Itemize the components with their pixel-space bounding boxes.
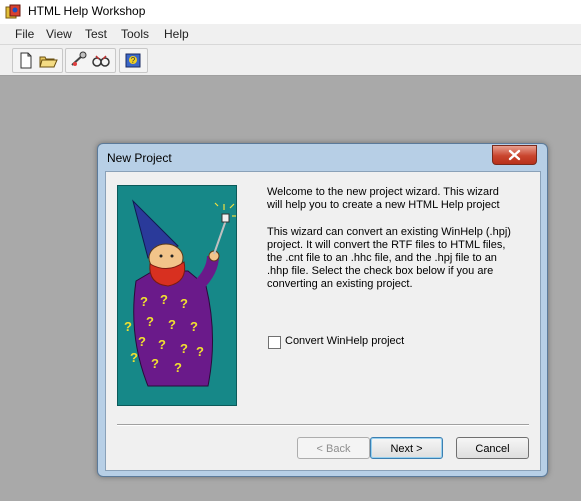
help-toolbar-group: ? <box>119 48 148 73</box>
menu-bar: File View Test Tools Help <box>0 24 581 45</box>
menu-test[interactable]: Test <box>85 27 107 41</box>
dialog-title: New Project <box>107 151 172 165</box>
svg-text:?: ? <box>151 356 159 371</box>
menu-help[interactable]: Help <box>164 27 189 41</box>
wizard-illustration: ??? ??? ??? ??? ?? <box>117 185 237 406</box>
cancel-button[interactable]: Cancel <box>456 437 529 459</box>
svg-text:?: ? <box>190 319 198 334</box>
close-button[interactable] <box>492 145 537 165</box>
svg-text:?: ? <box>124 319 132 334</box>
toolbar: ? <box>0 45 581 76</box>
button-separator <box>117 424 529 426</box>
new-project-dialog: New Project ? ? ? ? ? ? ? ? ? ? ? ? ? ? … <box>97 143 548 477</box>
svg-text:?: ? <box>180 296 188 311</box>
convert-description-text: This wizard can convert an existing WinH… <box>267 226 511 290</box>
svg-text:?: ? <box>140 294 148 309</box>
html-help-workshop-icon <box>5 4 21 19</box>
svg-text:?: ? <box>131 56 136 65</box>
svg-text:?: ? <box>146 314 154 329</box>
help-icon[interactable]: ? <box>123 51 143 70</box>
convert-winhelp-checkbox[interactable] <box>268 336 281 349</box>
svg-text:?: ? <box>168 317 176 332</box>
svg-text:?: ? <box>158 337 166 352</box>
svg-text:?: ? <box>180 341 188 356</box>
menu-tools[interactable]: Tools <box>121 27 149 41</box>
close-icon <box>508 149 521 161</box>
intro-text: Welcome to the new project wizard. This … <box>267 186 500 211</box>
dialog-client-area: ??? ??? ??? ??? ?? Welcome to the new pr… <box>105 171 541 471</box>
open-folder-icon[interactable] <box>38 51 58 70</box>
svg-text:?: ? <box>196 344 204 359</box>
view-compiled-file-icon[interactable] <box>91 51 111 70</box>
compile-toolbar-group <box>65 48 116 73</box>
app-title: HTML Help Workshop <box>28 4 146 18</box>
app-title-bar: HTML Help Workshop <box>0 0 581 24</box>
svg-text:?: ? <box>160 292 168 307</box>
new-document-icon[interactable] <box>16 51 36 70</box>
svg-text:?: ? <box>174 360 182 375</box>
menu-view[interactable]: View <box>46 27 72 41</box>
convert-winhelp-label[interactable]: Convert WinHelp project <box>285 335 404 347</box>
svg-text:?: ? <box>138 334 146 349</box>
next-button[interactable]: Next > <box>370 437 443 459</box>
menu-file[interactable]: File <box>15 27 34 41</box>
svg-text:?: ? <box>130 350 138 365</box>
back-button[interactable]: < Back <box>297 437 370 459</box>
wizard-text-area: Welcome to the new project wizard. This … <box>267 186 517 305</box>
file-toolbar-group <box>12 48 63 73</box>
compile-icon[interactable] <box>69 51 89 70</box>
